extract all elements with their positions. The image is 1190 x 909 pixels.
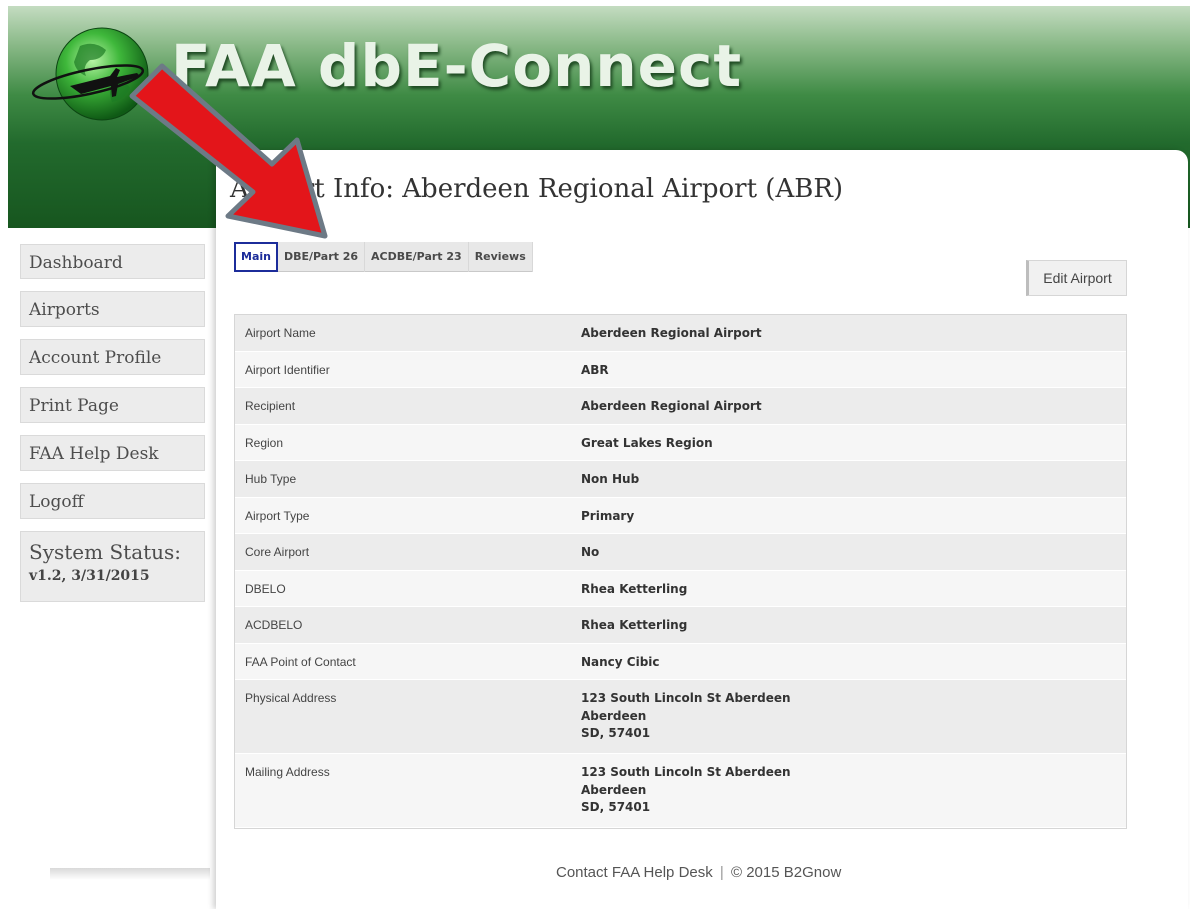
detail-value-line: Aberdeen Regional Airport [581,326,762,340]
detail-value: Rhea Ketterling [571,607,1126,643]
detail-row: Hub Type Non Hub [235,461,1126,498]
contact-help-desk-link[interactable]: Contact FAA Help Desk [556,864,713,881]
detail-value-line: SD, 57401 [581,800,651,814]
system-status-title: System Status: [29,540,182,564]
detail-label: Airport Identifier [245,362,330,377]
detail-value-line: Rhea Ketterling [581,618,688,632]
detail-label: Hub Type [245,472,297,486]
detail-row: Airport Name Aberdeen Regional Airport [235,315,1126,352]
detail-value: Great Lakes Region [571,425,1126,461]
sidebar-item-faa-help-desk[interactable]: FAA Help Desk [20,435,205,471]
detail-value-line: SD, 57401 [581,726,651,740]
detail-label: Core Airport [245,545,310,559]
detail-value-line: No [581,545,600,559]
detail-value-line: Aberdeen Regional Airport [581,399,762,413]
footer-copyright: © 2015 B2Gnow [731,864,842,881]
edit-airport-button[interactable]: Edit Airport [1026,260,1127,296]
sidebar-item-print-page[interactable]: Print Page [20,387,205,423]
detail-value-line: 123 South Lincoln St Aberdeen [581,691,791,705]
detail-label: Physical Address [245,691,337,705]
detail-label: Airport Name [245,326,316,340]
detail-row: Recipient Aberdeen Regional Airport [235,388,1126,425]
sidebar-item-airports[interactable]: Airports [20,291,205,327]
footer-separator: | [719,864,724,881]
detail-value: Nancy Cibic [571,644,1126,680]
sidebar-item-account-profile[interactable]: Account Profile [20,339,205,375]
detail-label: Region [245,435,284,450]
detail-row: Airport Identifier ABR [235,351,1126,388]
detail-value: Aberdeen Regional Airport [571,315,1126,351]
system-status-box: System Status: v1.2, 3/31/2015 [20,531,205,602]
detail-value: 123 South Lincoln St Aberdeen Aberdeen S… [571,754,1126,827]
detail-value-line: Nancy Cibic [581,654,660,669]
detail-value: Non Hub [571,461,1126,497]
detail-value-line: 123 South Lincoln St Aberdeen [581,765,791,779]
footer: Contact FAA Help Desk | © 2015 B2Gnow [556,864,841,881]
detail-label: Mailing Address [245,765,330,779]
detail-value-line: Rhea Ketterling [581,581,688,596]
detail-label: FAA Point of Contact [245,654,356,669]
detail-value: 123 South Lincoln St Aberdeen Aberdeen S… [571,680,1126,753]
detail-value: Rhea Ketterling [571,571,1126,607]
detail-value-line: Aberdeen [581,708,647,723]
detail-value-line: ABR [581,362,609,377]
detail-label: Airport Type [245,508,310,523]
detail-row: Mailing Address 123 South Lincoln St Abe… [235,754,1126,828]
detail-value-line: Aberdeen [581,782,647,797]
sidebar: Dashboard Airports Account Profile Print… [20,244,205,602]
detail-value-line: Non Hub [581,472,640,486]
detail-row: Physical Address 123 South Lincoln St Ab… [235,680,1126,754]
main-content: Airport Info: Aberdeen Regional Airport … [216,150,1188,909]
detail-row: DBELO Rhea Ketterling [235,570,1126,607]
detail-value: ABR [571,352,1126,388]
detail-value: Primary [571,498,1126,534]
detail-row: Airport Type Primary [235,497,1126,534]
tab-acdbe-part-23[interactable]: ACDBE/Part 23 [365,242,469,272]
detail-row: Region Great Lakes Region [235,424,1126,461]
detail-row: ACDBELO Rhea Ketterling [235,607,1126,644]
tab-reviews[interactable]: Reviews [469,242,533,272]
sidebar-shadow [50,868,210,880]
detail-value-line: Primary [581,508,635,523]
detail-value-line: Great Lakes Region [581,435,713,450]
detail-row: Core Airport No [235,534,1126,571]
detail-value: No [571,534,1126,570]
detail-row: FAA Point of Contact Nancy Cibic [235,643,1126,680]
detail-value: Aberdeen Regional Airport [571,388,1126,424]
red-arrow-icon [129,63,328,239]
detail-label: ACDBELO [245,618,303,632]
detail-label: DBELO [245,581,286,596]
detail-label: Recipient [245,399,296,413]
sidebar-item-logoff[interactable]: Logoff [20,483,205,519]
system-status-version: v1.2, 3/31/2015 [29,568,150,584]
airport-details-table: Airport Name Aberdeen Regional Airport A… [234,314,1127,829]
